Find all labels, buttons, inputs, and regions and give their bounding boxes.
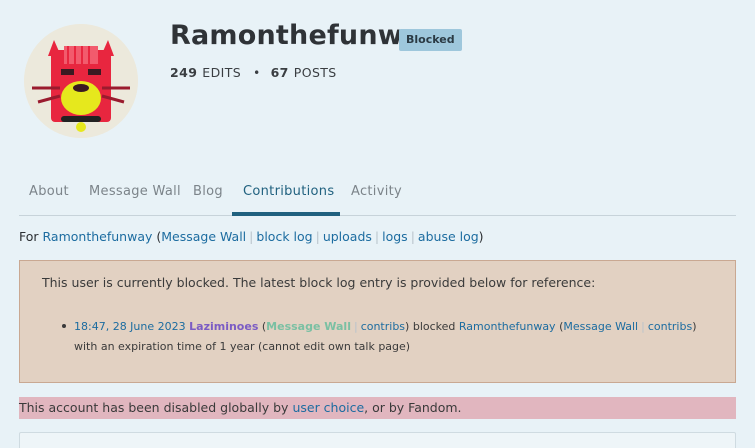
- posts-label: POSTS: [293, 65, 337, 80]
- avatar: [24, 24, 138, 138]
- block-notice-message: This user is currently blocked. The late…: [42, 275, 596, 290]
- for-prefix: For: [19, 229, 43, 244]
- stats-separator: •: [253, 65, 261, 80]
- uploads-link[interactable]: uploads: [323, 229, 372, 244]
- account-disabled-notice: This account has been disabled globally …: [19, 397, 736, 419]
- blocked-badge: Blocked: [399, 29, 462, 51]
- edits-label: EDITS: [202, 65, 242, 80]
- tab-about[interactable]: About: [29, 184, 69, 199]
- profile-tabs: About Message Wall Blog Contributions Ac…: [19, 172, 736, 216]
- tab-activity[interactable]: Activity: [351, 184, 402, 199]
- active-tab-indicator: [232, 212, 340, 216]
- link-divider: |: [410, 229, 415, 244]
- edits-count: 249: [170, 65, 198, 80]
- block-action: blocked: [409, 320, 459, 333]
- block-timestamp-link[interactable]: 18:47, 28 June 2023: [74, 320, 186, 333]
- close-paren: ): [478, 229, 484, 244]
- admin-link[interactable]: Laziminoes: [189, 320, 258, 333]
- user-choice-link[interactable]: user choice: [292, 400, 364, 415]
- block-notice: This user is currently blocked. The late…: [19, 260, 736, 383]
- link-divider: |: [315, 229, 320, 244]
- open-paren: (: [152, 229, 162, 244]
- link-divider: |: [249, 229, 254, 244]
- target-user-link[interactable]: Ramonthefunway: [459, 320, 556, 333]
- target-contribs-link[interactable]: contribs: [648, 320, 692, 333]
- user-link[interactable]: Ramonthefunway: [43, 229, 153, 244]
- message-wall-link[interactable]: Message Wall: [161, 229, 246, 244]
- tab-message-wall[interactable]: Message Wall: [89, 184, 181, 199]
- target-message-wall-link[interactable]: Message Wall: [563, 320, 638, 333]
- contributions-for-line: For Ramonthefunway (Message Wall | block l…: [19, 229, 484, 244]
- user-stats: 249 EDITS • 67 POSTS: [170, 65, 337, 80]
- block-log-link[interactable]: block log: [256, 229, 312, 244]
- disabled-suffix: , or by Fandom.: [364, 400, 462, 415]
- disabled-prefix: This account has been disabled globally …: [19, 400, 293, 415]
- link-divider: |: [353, 320, 358, 333]
- robot-avatar-icon: [24, 24, 138, 138]
- tab-contributions[interactable]: Contributions: [243, 184, 334, 199]
- abuse-log-link[interactable]: abuse log: [418, 229, 479, 244]
- link-divider: |: [641, 320, 645, 333]
- tab-blog[interactable]: Blog: [193, 184, 223, 199]
- list-bullet: [62, 324, 66, 328]
- link-divider: |: [374, 229, 380, 244]
- admin-contribs-link[interactable]: contribs: [361, 320, 405, 333]
- logs-link[interactable]: logs: [382, 229, 408, 244]
- admin-message-wall-link[interactable]: Message Wall: [266, 320, 351, 333]
- posts-count: 67: [270, 65, 289, 80]
- block-log-entry: 18:47, 28 June 2023 Laziminoes (Message …: [74, 320, 697, 353]
- content-box: [19, 432, 736, 448]
